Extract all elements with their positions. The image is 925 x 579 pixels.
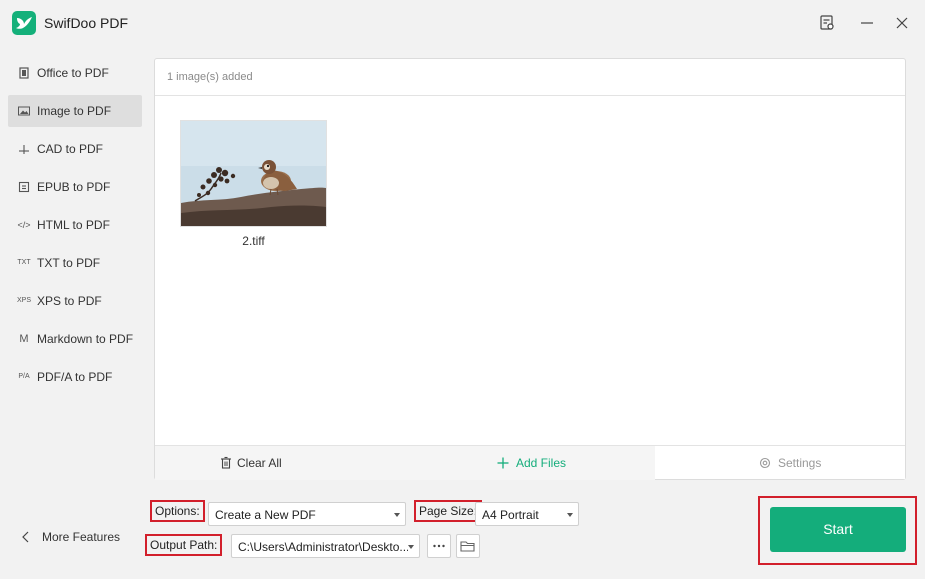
open-folder-button[interactable] (456, 534, 480, 558)
sidebar-item-label: PDF/A to PDF (37, 370, 113, 384)
sidebar-item-office-to-pdf[interactable]: Office to PDF (8, 57, 142, 89)
start-button[interactable]: Start (770, 507, 906, 552)
sidebar-item-cad-to-pdf[interactable]: CAD to PDF (8, 133, 142, 165)
close-icon[interactable] (893, 14, 911, 32)
clear-all-button[interactable]: Clear All (217, 446, 297, 480)
more-features-label: More Features (42, 530, 121, 544)
cad-icon (17, 142, 31, 156)
output-path-value: C:\Users\Administrator\Deskto... (238, 540, 408, 554)
options-select[interactable]: Create a New PDF (208, 502, 406, 526)
chevron-down-icon (408, 545, 414, 549)
settings-label: Settings (778, 456, 822, 470)
sidebar-item-label: Image to PDF (37, 104, 112, 118)
sidebar-item-label: HTML to PDF (37, 218, 110, 232)
file-panel: 1 image(s) added 2.tiff Clear All Add Fi… (154, 58, 906, 480)
file-thumbnail[interactable] (180, 120, 327, 227)
page-size-select[interactable]: A4 Portrait (475, 502, 579, 526)
txt-icon: TXT (17, 259, 31, 266)
epub-icon (17, 180, 31, 194)
add-files-button[interactable]: Add Files (496, 446, 576, 480)
gear-icon (758, 456, 772, 473)
files-added-count: 1 image(s) added (167, 71, 253, 83)
ellipsis-icon (433, 544, 445, 548)
clear-all-label: Clear All (237, 456, 282, 470)
output-path-label: Output Path: (145, 534, 223, 556)
output-path-select[interactable]: C:\Users\Administrator\Deskto... (231, 534, 420, 558)
pdfa-icon: P/A (18, 373, 30, 380)
sidebar-item-label: Markdown to PDF (37, 332, 134, 346)
options-label: Options: (150, 500, 205, 522)
sidebar-item-label: XPS to PDF (37, 294, 102, 308)
sidebar-item-label: EPUB to PDF (37, 180, 111, 194)
browse-button[interactable] (427, 534, 451, 558)
plus-icon (496, 456, 510, 473)
sidebar-item-html-to-pdf[interactable]: </> HTML to PDF (8, 209, 142, 241)
sidebar-item-pdfa-to-pdf[interactable]: P/A PDF/A to PDF (8, 361, 142, 393)
title-bar: SwifDoo PDF (0, 0, 925, 46)
html-icon: </> (17, 220, 31, 230)
trash-icon (219, 456, 233, 473)
chevron-down-icon (567, 513, 573, 517)
chevron-left-icon (20, 530, 32, 547)
sidebar-item-label: TXT to PDF (37, 256, 101, 270)
app-logo (12, 11, 36, 35)
sidebar-item-xps-to-pdf[interactable]: XPS XPS to PDF (8, 285, 142, 317)
image-icon (17, 104, 31, 118)
xps-icon: XPS (17, 297, 32, 304)
bird-photo (181, 121, 326, 226)
options-select-value: Create a New PDF (215, 508, 316, 522)
sidebar: Office to PDF Image to PDF CAD to PDF EP… (0, 54, 150, 394)
markdown-icon: M (19, 333, 29, 345)
file-panel-footer: Clear All Add Files Settings (155, 445, 905, 480)
office-icon (17, 66, 31, 80)
file-panel-header: 1 image(s) added (155, 59, 905, 96)
file-name: 2.tiff (242, 234, 265, 248)
page-size-label: Page Size: (414, 500, 483, 522)
feedback-icon[interactable] (818, 14, 836, 32)
settings-button[interactable]: Settings (758, 446, 838, 480)
chevron-down-icon (394, 513, 400, 517)
sidebar-item-epub-to-pdf[interactable]: EPUB to PDF (8, 171, 142, 203)
sidebar-item-label: Office to PDF (37, 66, 109, 80)
app-title: SwifDoo PDF (44, 15, 129, 31)
minimize-icon[interactable] (858, 14, 876, 32)
sidebar-item-label: CAD to PDF (37, 142, 104, 156)
sidebar-item-image-to-pdf[interactable]: Image to PDF (8, 95, 142, 127)
folder-icon (460, 541, 475, 552)
page-size-select-value: A4 Portrait (482, 508, 539, 522)
sidebar-item-markdown-to-pdf[interactable]: M Markdown to PDF (8, 323, 142, 355)
add-files-label: Add Files (516, 456, 567, 470)
sidebar-item-txt-to-pdf[interactable]: TXT TXT to PDF (8, 247, 142, 279)
more-features-button[interactable]: More Features (18, 528, 138, 546)
